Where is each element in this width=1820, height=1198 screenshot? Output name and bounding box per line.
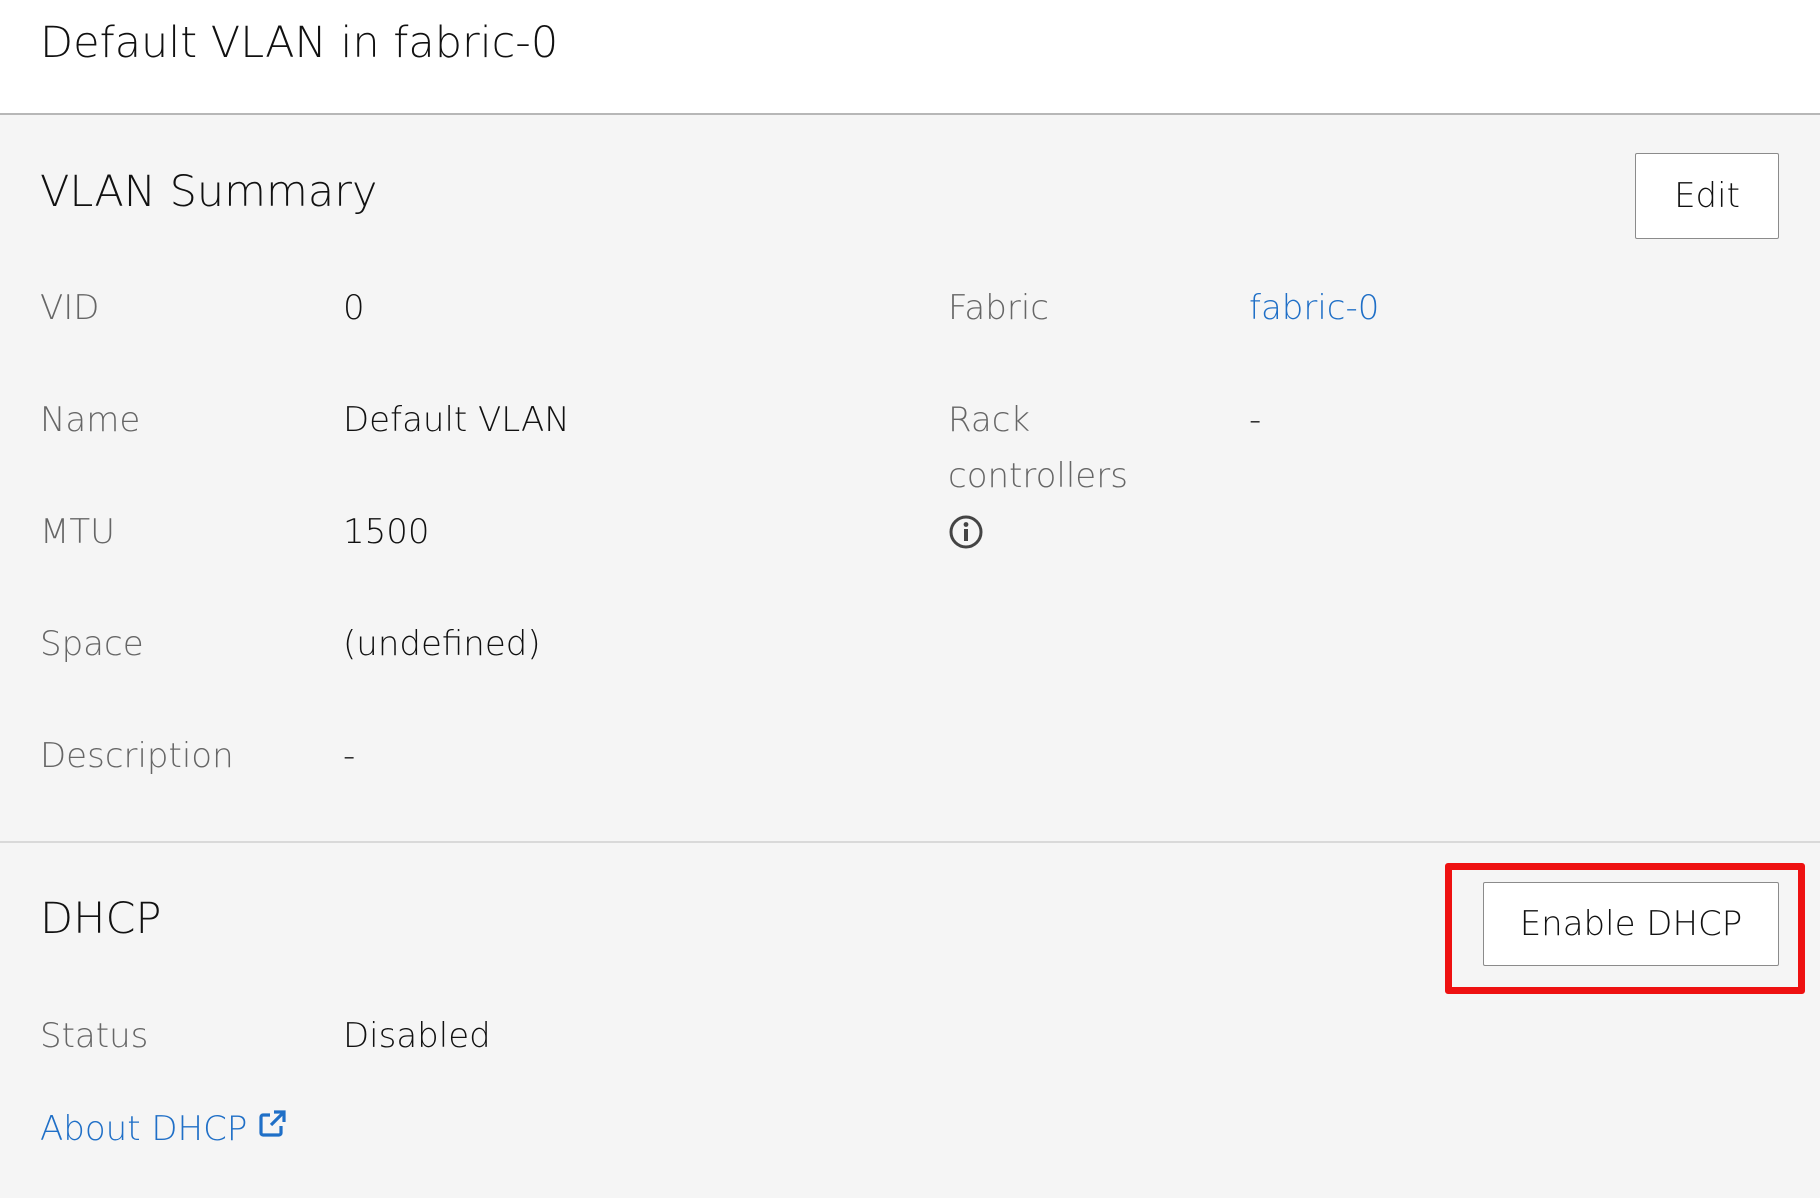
fabric-label: Fabric bbox=[948, 288, 1049, 328]
space-label: Space bbox=[40, 624, 144, 664]
fabric-link[interactable]: fabric-0 bbox=[1249, 280, 1379, 336]
enable-dhcp-button[interactable]: Enable DHCP bbox=[1483, 882, 1779, 966]
about-dhcp-link[interactable]: About DHCP bbox=[40, 1101, 287, 1157]
page-header: Default VLAN in fabric-0 bbox=[0, 0, 1820, 115]
description-label: Description bbox=[40, 736, 234, 776]
rack-controllers-label-line1: Rack bbox=[948, 400, 1031, 440]
rack-controllers-value: - bbox=[1249, 400, 1262, 440]
name-label: Name bbox=[40, 400, 141, 440]
external-link-icon bbox=[259, 1110, 286, 1137]
about-dhcp-label: About DHCP bbox=[40, 1109, 248, 1149]
mtu-value: 1500 bbox=[343, 512, 430, 552]
section-divider bbox=[0, 841, 1820, 843]
dhcp-status-label: Status bbox=[40, 1016, 149, 1056]
vid-value: 0 bbox=[343, 288, 365, 328]
mtu-label: MTU bbox=[40, 512, 115, 552]
dhcp-title: DHCP bbox=[40, 894, 162, 944]
page-title: Default VLAN in fabric-0 bbox=[40, 18, 559, 68]
edit-button[interactable]: Edit bbox=[1635, 153, 1779, 239]
space-value: (undefined) bbox=[343, 624, 541, 664]
rack-controllers-label-line2: controllers bbox=[948, 456, 1128, 496]
vid-label: VID bbox=[40, 288, 100, 328]
dhcp-status-value: Disabled bbox=[343, 1016, 491, 1056]
description-value: - bbox=[343, 736, 356, 776]
info-icon[interactable] bbox=[948, 514, 984, 550]
vlan-summary-title: VLAN Summary bbox=[40, 167, 378, 217]
name-value: Default VLAN bbox=[343, 400, 570, 440]
